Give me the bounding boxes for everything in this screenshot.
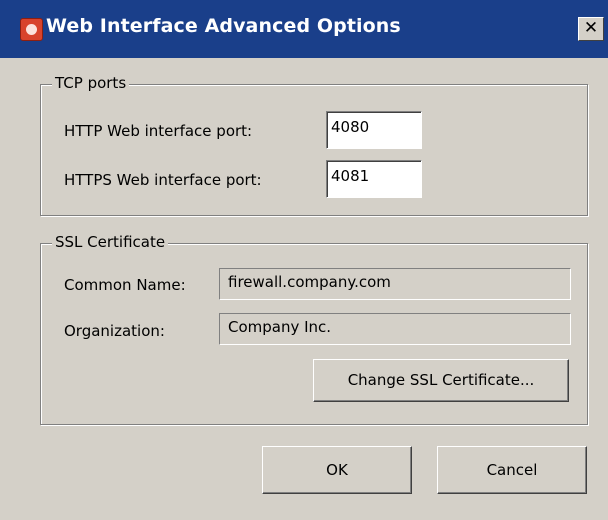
common-name-label: Common Name: (64, 276, 186, 294)
change-ssl-certificate-button[interactable]: Change SSL Certificate... (313, 359, 569, 402)
window-title: Web Interface Advanced Options (46, 15, 401, 37)
close-icon: ✕ (583, 18, 599, 38)
common-name-field: firewall.company.com (219, 268, 571, 300)
organization-field: Company Inc. (219, 313, 571, 345)
app-icon (20, 18, 43, 41)
http-port-label: HTTP Web interface port: (64, 122, 253, 140)
organization-label: Organization: (64, 322, 165, 340)
tcp-ports-group (40, 84, 588, 216)
title-bar[interactable]: Web Interface Advanced Options ✕ (0, 0, 608, 58)
ssl-certificate-group-title: SSL Certificate (52, 233, 169, 251)
https-port-label: HTTPS Web interface port: (64, 171, 262, 189)
web-interface-options-dialog: Web Interface Advanced Options ✕ TCP por… (0, 0, 608, 520)
ok-button[interactable]: OK (262, 446, 412, 494)
tcp-ports-group-title: TCP ports (52, 74, 130, 92)
http-port-field[interactable]: 4080 (326, 111, 422, 149)
close-button[interactable]: ✕ (578, 17, 604, 41)
https-port-field[interactable]: 4081 (326, 160, 422, 198)
cancel-button[interactable]: Cancel (437, 446, 587, 494)
